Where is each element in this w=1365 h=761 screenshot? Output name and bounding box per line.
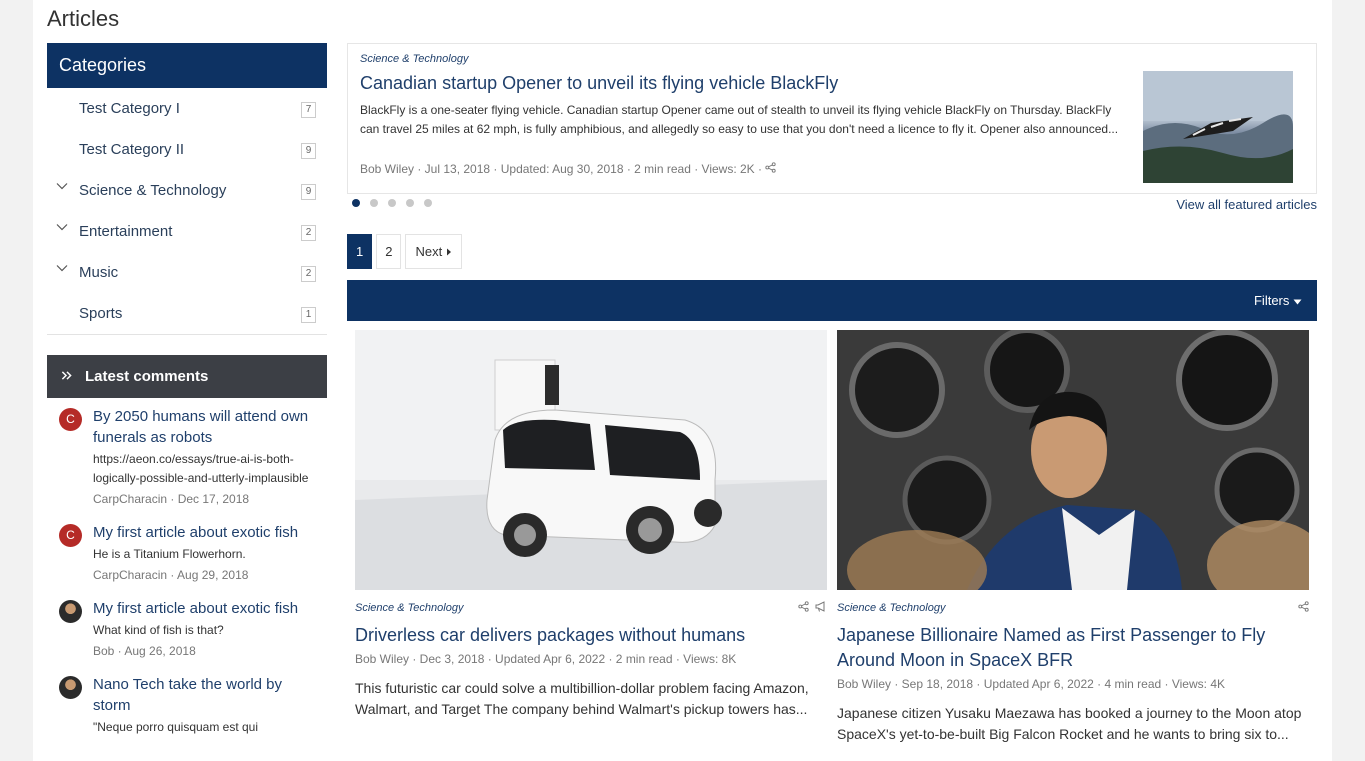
next-label: Next	[415, 244, 443, 259]
page-button-1[interactable]: 1	[347, 234, 373, 269]
main-content: Science & Technology Canadian startup Op…	[347, 43, 1317, 742]
avatar[interactable]: C	[59, 408, 82, 431]
avatar[interactable]	[59, 676, 82, 699]
filters-dropdown[interactable]: Filters	[1254, 293, 1302, 308]
category-count-badge: 9	[301, 184, 316, 200]
category-count-badge: 7	[301, 102, 316, 118]
featured-article-slide[interactable]: Science & Technology Canadian startup Op…	[347, 43, 1317, 194]
avatar[interactable]: C	[59, 524, 82, 547]
article-title-link[interactable]: Japanese Billionaire Named as First Pass…	[837, 623, 1309, 673]
comment-article-link[interactable]: My first article about exotic fish	[93, 522, 317, 543]
article-meta: Bob Wiley · Dec 3, 2018 · Updated Apr 6,…	[355, 652, 737, 666]
latest-comments-header: Latest comments	[47, 355, 327, 398]
category-item-music[interactable]: Music 2	[47, 252, 327, 293]
category-label[interactable]: Music	[79, 264, 118, 281]
comment-article-link[interactable]: Nano Tech take the world by storm	[93, 674, 317, 716]
category-list: Test Category I 7 Test Category II 9 Sci…	[47, 88, 327, 335]
comment-item: My first article about exotic fish What …	[47, 598, 327, 660]
featured-meta: Bob Wiley · Jul 13, 2018 · Updated: Aug …	[360, 162, 776, 176]
comment-meta: Bob · Aug 26, 2018	[93, 644, 196, 658]
comment-item: C By 2050 humans will attend own funeral…	[47, 406, 327, 508]
category-label[interactable]: Science & Technology	[79, 182, 226, 199]
carousel-indicators	[352, 199, 432, 207]
megaphone-icon[interactable]	[815, 601, 827, 615]
double-chevron-right-icon	[61, 368, 73, 385]
article-category-link[interactable]: Science & Technology	[355, 602, 827, 614]
comment-meta: CarpCharacin · Dec 17, 2018	[93, 492, 250, 506]
featured-article-image[interactable]	[1143, 71, 1293, 183]
article-card: Science & Technology Japanese Billionair…	[837, 330, 1309, 745]
share-icon[interactable]	[1298, 601, 1309, 615]
page: Articles Categories Test Category I 7 Te…	[33, 0, 1332, 761]
comment-article-link[interactable]: By 2050 humans will attend own funerals …	[93, 406, 317, 448]
comment-item: C My first article about exotic fish He …	[47, 522, 327, 584]
category-item-science-technology[interactable]: Science & Technology 9	[47, 170, 327, 211]
article-image[interactable]	[837, 330, 1309, 590]
category-count-badge: 2	[301, 225, 316, 241]
category-label[interactable]: Sports	[79, 305, 122, 322]
category-count-badge: 2	[301, 266, 316, 282]
article-description: This futuristic car could solve a multib…	[355, 680, 809, 717]
article-card: Science & Technology Driverless car deli…	[355, 330, 827, 720]
comment-item: Nano Tech take the world by storm "Neque…	[47, 674, 327, 737]
carousel-dot[interactable]	[352, 199, 360, 207]
category-item-test-category-ii[interactable]: Test Category II 9	[47, 129, 327, 170]
article-category-link[interactable]: Science & Technology	[837, 602, 1309, 614]
comment-text: What kind of fish is that?	[93, 623, 224, 637]
featured-meta-text: Bob Wiley · Jul 13, 2018 · Updated: Aug …	[360, 162, 762, 176]
next-page-button[interactable]: Next	[405, 234, 462, 269]
caret-down-icon	[1293, 293, 1302, 308]
chevron-down-icon[interactable]	[56, 262, 70, 276]
article-actions	[798, 601, 827, 615]
filter-bar: Filters	[347, 280, 1317, 321]
category-item-sports[interactable]: Sports 1	[47, 293, 327, 334]
caret-right-icon	[446, 244, 452, 259]
pagination: 1 2 Next	[347, 234, 462, 269]
category-label[interactable]: Test Category I	[79, 100, 180, 117]
article-description: Japanese citizen Yusaku Maezawa has book…	[837, 705, 1302, 742]
comment-text: "Neque porro quisquam est qui	[93, 720, 259, 734]
carousel-dot[interactable]	[424, 199, 432, 207]
category-item-entertainment[interactable]: Entertainment 2	[47, 211, 327, 252]
categories-header: Categories	[47, 43, 327, 88]
article-image[interactable]	[355, 330, 827, 590]
featured-title-link[interactable]: Canadian startup Opener to unveil its fl…	[360, 73, 838, 94]
article-meta: Bob Wiley · Sep 18, 2018 · Updated Apr 6…	[837, 677, 1225, 691]
chevron-down-icon[interactable]	[56, 180, 70, 194]
featured-description: BlackFly is a one-seater flying vehicle.…	[360, 103, 1119, 136]
share-icon[interactable]	[798, 601, 809, 615]
latest-comments-title: Latest comments	[85, 368, 209, 385]
chevron-down-icon[interactable]	[56, 221, 70, 235]
filters-label: Filters	[1253, 293, 1290, 308]
comment-meta: CarpCharacin · Aug 29, 2018	[93, 568, 249, 582]
carousel-dot[interactable]	[388, 199, 396, 207]
comment-article-link[interactable]: My first article about exotic fish	[93, 598, 317, 619]
category-count-badge: 1	[301, 307, 316, 323]
category-label[interactable]: Test Category II	[79, 141, 184, 158]
page-title: Articles	[47, 6, 120, 31]
featured-category-link[interactable]: Science & Technology	[360, 53, 468, 65]
comment-text: He is a Titanium Flowerhorn.	[93, 547, 246, 561]
page-button-2[interactable]: 2	[376, 234, 402, 269]
comment-text: https://aeon.co/essays/true-ai-is-both-l…	[93, 452, 309, 485]
category-item-test-category-i[interactable]: Test Category I 7	[47, 88, 327, 129]
category-label[interactable]: Entertainment	[79, 223, 172, 240]
article-actions	[1298, 601, 1309, 615]
carousel-dot[interactable]	[370, 199, 378, 207]
view-all-featured-link[interactable]: View all featured articles	[1176, 197, 1317, 212]
share-icon[interactable]	[765, 162, 776, 176]
category-count-badge: 9	[301, 143, 316, 159]
sidebar: Categories Test Category I 7 Test Catego…	[47, 43, 327, 737]
article-title-link[interactable]: Driverless car delivers packages without…	[355, 623, 827, 648]
carousel-dot[interactable]	[406, 199, 414, 207]
avatar[interactable]	[59, 600, 82, 623]
